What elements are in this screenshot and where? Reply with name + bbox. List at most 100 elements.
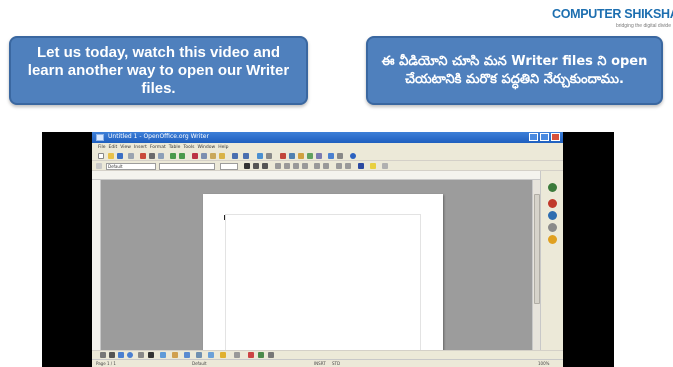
vertical-scrollbar[interactable] bbox=[532, 180, 540, 350]
maximize-icon[interactable] bbox=[540, 133, 549, 141]
stars-icon[interactable] bbox=[220, 352, 226, 358]
help-icon[interactable] bbox=[350, 153, 356, 159]
menu-view[interactable]: View bbox=[120, 145, 131, 150]
format-paintbrush-icon[interactable] bbox=[219, 153, 225, 159]
redo-icon[interactable] bbox=[243, 153, 249, 159]
minimize-icon[interactable] bbox=[529, 133, 538, 141]
flowchart-icon[interactable] bbox=[196, 352, 202, 358]
increase-indent-icon[interactable] bbox=[345, 163, 351, 169]
vertical-ruler[interactable] bbox=[92, 180, 101, 350]
menu-table[interactable]: Table bbox=[169, 145, 181, 150]
italic-icon[interactable] bbox=[253, 163, 259, 169]
paragraph-style-combo[interactable]: Default bbox=[106, 163, 156, 170]
gallery-icon[interactable] bbox=[307, 153, 313, 159]
english-instruction-banner: Let us today, watch this video and learn… bbox=[9, 36, 308, 105]
navigator-sidebar-icon[interactable] bbox=[548, 211, 557, 220]
window-title: Untitled 1 - OpenOffice.org Writer bbox=[108, 133, 209, 140]
text-boundary bbox=[225, 214, 421, 354]
print-icon[interactable] bbox=[149, 153, 155, 159]
block-arrows-icon[interactable] bbox=[184, 352, 190, 358]
points-icon[interactable] bbox=[234, 352, 240, 358]
navigator-icon[interactable] bbox=[298, 153, 304, 159]
export-pdf-icon[interactable] bbox=[140, 153, 146, 159]
formatting-toolbar: Default bbox=[92, 161, 563, 171]
edit-file-icon[interactable] bbox=[128, 153, 134, 159]
hyperlink-icon[interactable] bbox=[257, 153, 263, 159]
data-sources-icon[interactable] bbox=[316, 153, 322, 159]
text-cursor bbox=[224, 215, 225, 220]
font-name-combo[interactable] bbox=[159, 163, 215, 170]
menu-insert[interactable]: Insert bbox=[134, 145, 147, 150]
align-center-icon[interactable] bbox=[284, 163, 290, 169]
new-document-icon[interactable] bbox=[98, 153, 104, 159]
menu-help[interactable]: Help bbox=[218, 145, 228, 150]
menu-bar: File Edit View Insert Format Table Tools… bbox=[92, 143, 563, 151]
menu-window[interactable]: Window bbox=[197, 145, 215, 150]
paragraph-style-value: Default bbox=[108, 164, 123, 169]
decrease-indent-icon[interactable] bbox=[336, 163, 342, 169]
menu-file[interactable]: File bbox=[98, 145, 106, 150]
print-preview-icon[interactable] bbox=[158, 153, 164, 159]
background-color-icon[interactable] bbox=[382, 163, 388, 169]
bold-icon[interactable] bbox=[244, 163, 250, 169]
numbering-icon[interactable] bbox=[314, 163, 320, 169]
align-left-icon[interactable] bbox=[275, 163, 281, 169]
select-icon[interactable] bbox=[100, 352, 106, 358]
find-replace-icon[interactable] bbox=[289, 153, 295, 159]
video-frame[interactable]: Untitled 1 - OpenOffice.org Writer File … bbox=[42, 132, 614, 367]
save-icon[interactable] bbox=[117, 153, 123, 159]
close-icon[interactable] bbox=[551, 133, 560, 141]
spellcheck-icon[interactable] bbox=[170, 153, 176, 159]
nonprinting-characters-icon[interactable] bbox=[328, 153, 334, 159]
font-size-combo[interactable] bbox=[220, 163, 238, 170]
line-icon[interactable] bbox=[109, 352, 115, 358]
styles-sidebar-icon[interactable] bbox=[548, 235, 557, 244]
zoom-icon[interactable] bbox=[337, 153, 343, 159]
properties-icon[interactable] bbox=[548, 183, 557, 192]
copy-icon[interactable] bbox=[201, 153, 207, 159]
english-instruction-text: Let us today, watch this video and learn… bbox=[27, 43, 290, 97]
computer-shiksha-logo: COMPUTER SHIKSHA bridging the digital di… bbox=[552, 4, 673, 30]
basic-shapes-icon[interactable] bbox=[160, 352, 166, 358]
menu-tools[interactable]: Tools bbox=[183, 145, 194, 150]
status-insert-mode[interactable]: INSRT bbox=[314, 361, 326, 366]
underline-icon[interactable] bbox=[262, 163, 268, 169]
extrusion-icon[interactable] bbox=[268, 352, 274, 358]
gallery-sidebar-icon[interactable] bbox=[548, 199, 557, 208]
table-icon[interactable] bbox=[266, 153, 272, 159]
menu-format[interactable]: Format bbox=[150, 145, 166, 150]
telugu-instruction-banner: ఈ వీడియోని చూసి మన Writer files ని open … bbox=[366, 36, 663, 105]
callouts-icon[interactable] bbox=[208, 352, 214, 358]
document-workspace[interactable] bbox=[101, 180, 532, 359]
font-color-icon[interactable] bbox=[358, 163, 364, 169]
justify-icon[interactable] bbox=[302, 163, 308, 169]
open-folder-icon[interactable] bbox=[108, 153, 114, 159]
status-page: Page 1 / 1 bbox=[96, 361, 116, 366]
cut-icon[interactable] bbox=[192, 153, 198, 159]
show-draw-functions-icon[interactable] bbox=[280, 153, 286, 159]
status-zoom[interactable]: 100% bbox=[538, 361, 549, 366]
status-selection-mode[interactable]: STD bbox=[332, 361, 340, 366]
bullets-icon[interactable] bbox=[323, 163, 329, 169]
window-titlebar[interactable]: Untitled 1 - OpenOffice.org Writer bbox=[92, 132, 563, 143]
paste-icon[interactable] bbox=[210, 153, 216, 159]
menu-edit[interactable]: Edit bbox=[109, 145, 118, 150]
sidebar-panel bbox=[540, 171, 563, 350]
styles-icon[interactable] bbox=[96, 163, 102, 169]
fontwork-icon[interactable] bbox=[248, 352, 254, 358]
ellipse-icon[interactable] bbox=[127, 352, 133, 358]
from-file-icon[interactable] bbox=[258, 352, 264, 358]
functions-icon[interactable] bbox=[548, 223, 557, 232]
drawing-toolbar bbox=[92, 350, 563, 359]
autospellcheck-icon[interactable] bbox=[179, 153, 185, 159]
symbol-shapes-icon[interactable] bbox=[172, 352, 178, 358]
highlighting-icon[interactable] bbox=[370, 163, 376, 169]
align-right-icon[interactable] bbox=[293, 163, 299, 169]
freeform-icon[interactable] bbox=[138, 352, 144, 358]
document-page[interactable] bbox=[203, 194, 443, 359]
text-tool-icon[interactable] bbox=[148, 352, 154, 358]
standard-toolbar bbox=[92, 151, 563, 161]
rectangle-icon[interactable] bbox=[118, 352, 124, 358]
horizontal-ruler[interactable] bbox=[92, 171, 563, 180]
undo-icon[interactable] bbox=[232, 153, 238, 159]
